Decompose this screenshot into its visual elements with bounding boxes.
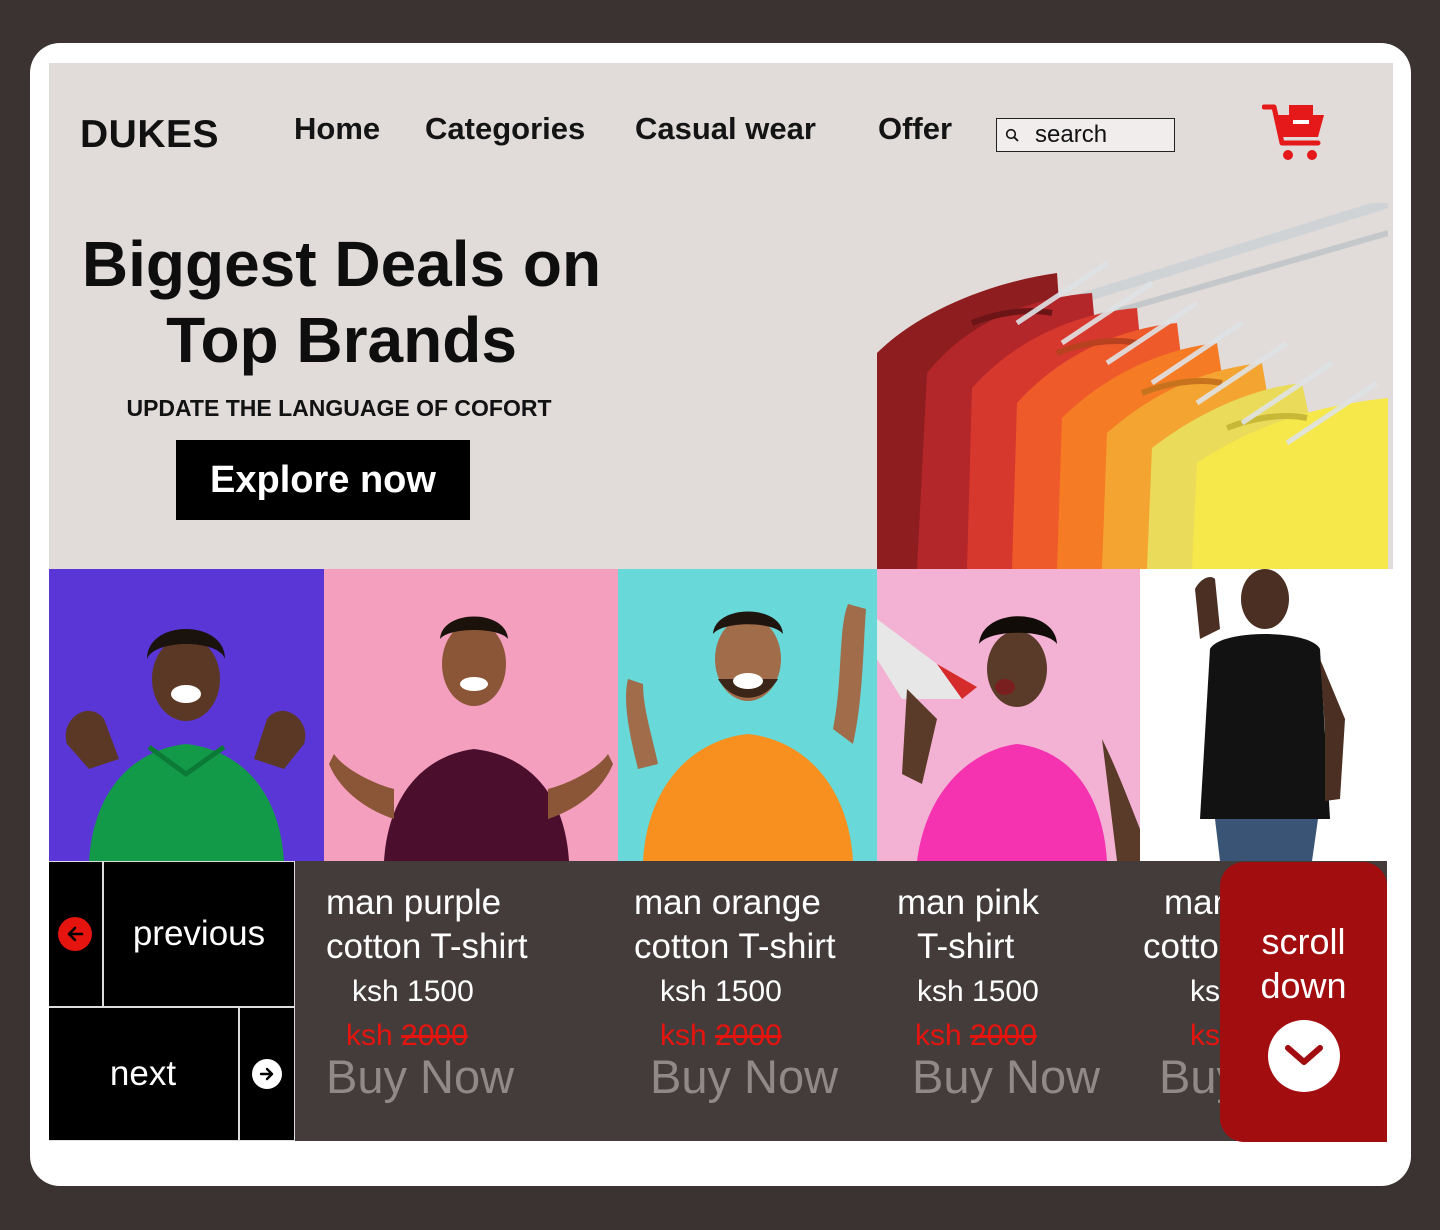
old-price-value: 2000 — [715, 1019, 782, 1052]
buy-now-button[interactable]: Buy Now — [912, 1049, 1157, 1104]
product-price: ksh 1500 — [352, 975, 474, 1008]
hero-subtitle: UPDATE THE LANGUAGE OF COFORT — [126, 395, 552, 421]
search-box[interactable] — [996, 118, 1175, 152]
nav-casual-wear[interactable]: Casual wear — [635, 111, 816, 147]
hero-title: Biggest Deals on Top Brands — [49, 226, 634, 378]
product-old-price: ksh 2000 — [915, 1019, 1157, 1053]
product-card-1: man purple cotton T-shirt ksh 1500 ksh 2… — [326, 861, 616, 1141]
product-name-line-1: man purple — [326, 883, 502, 922]
product-old-price: ksh 2000 — [346, 1019, 616, 1053]
product-photo-black[interactable] — [1140, 569, 1393, 861]
scroll-label-line-1: scroll — [1261, 921, 1346, 962]
search-input[interactable] — [1027, 121, 1165, 149]
chevron-down-icon — [1267, 1020, 1340, 1092]
buy-now-button[interactable]: Buy Now — [650, 1049, 894, 1104]
arrow-left-icon — [58, 917, 92, 951]
product-photo-orange[interactable] — [618, 569, 877, 861]
product-info-bar: previous next man purple cotton T-shirt … — [49, 861, 1387, 1141]
product-card-2: man orange cotton T-shirt ksh 1500 ksh 2… — [634, 861, 894, 1141]
old-price-currency: ksh — [346, 1019, 393, 1052]
product-price: ksh 1500 — [917, 975, 1039, 1008]
previous-arrow-button[interactable] — [49, 861, 103, 1007]
old-price-currency: ksh — [915, 1019, 962, 1052]
nav-offer[interactable]: Offer — [878, 111, 952, 147]
scroll-down-button[interactable]: scroll down — [1220, 862, 1387, 1142]
brand-logo[interactable]: DUKES — [80, 113, 219, 157]
previous-button[interactable]: previous — [103, 861, 295, 1007]
nav-categories[interactable]: Categories — [425, 111, 585, 147]
nav-home[interactable]: Home — [294, 111, 380, 147]
hero-section: DUKES Home Categories Casual wear Offer — [49, 63, 1393, 569]
product-name-line-1: man orange — [634, 883, 821, 922]
old-price-currency: ksh — [660, 1019, 707, 1052]
hero-title-line-2: Top Brands — [166, 304, 517, 376]
search-icon — [997, 128, 1027, 142]
scroll-label-line-2: down — [1260, 965, 1347, 1006]
product-name-line-1: man pink — [897, 883, 1040, 922]
scroll-down-label: scroll down — [1220, 920, 1387, 1008]
product-name-line-2: cotton T-shirt — [634, 927, 836, 966]
product-old-price: ksh 2000 — [660, 1019, 894, 1053]
product-name-line-2: cotton T-shirt — [326, 927, 528, 966]
web-page: DUKES Home Categories Casual wear Offer — [49, 63, 1393, 1143]
cart-icon[interactable] — [1261, 101, 1328, 163]
explore-now-button[interactable]: Explore now — [176, 440, 470, 520]
hero-title-line-1: Biggest Deals on — [81, 228, 602, 300]
next-button[interactable]: next — [49, 1007, 239, 1141]
old-price-value: 2000 — [970, 1019, 1037, 1052]
product-photo-pink[interactable] — [877, 569, 1140, 861]
product-name-line-2: T-shirt — [917, 927, 1015, 966]
product-photo-green[interactable] — [49, 569, 324, 861]
device-frame: DUKES Home Categories Casual wear Offer — [30, 43, 1411, 1186]
product-card-3: man pink T-shirt ksh 1500 ksh 2000 Buy N… — [897, 861, 1157, 1141]
next-arrow-button[interactable] — [239, 1007, 295, 1141]
product-price: ksh 1500 — [660, 975, 782, 1008]
old-price-value: 2000 — [401, 1019, 468, 1052]
shirts-on-hangers-image — [877, 203, 1388, 569]
product-photo-purple[interactable] — [324, 569, 618, 861]
buy-now-button[interactable]: Buy Now — [326, 1049, 616, 1104]
arrow-right-icon — [252, 1059, 282, 1089]
